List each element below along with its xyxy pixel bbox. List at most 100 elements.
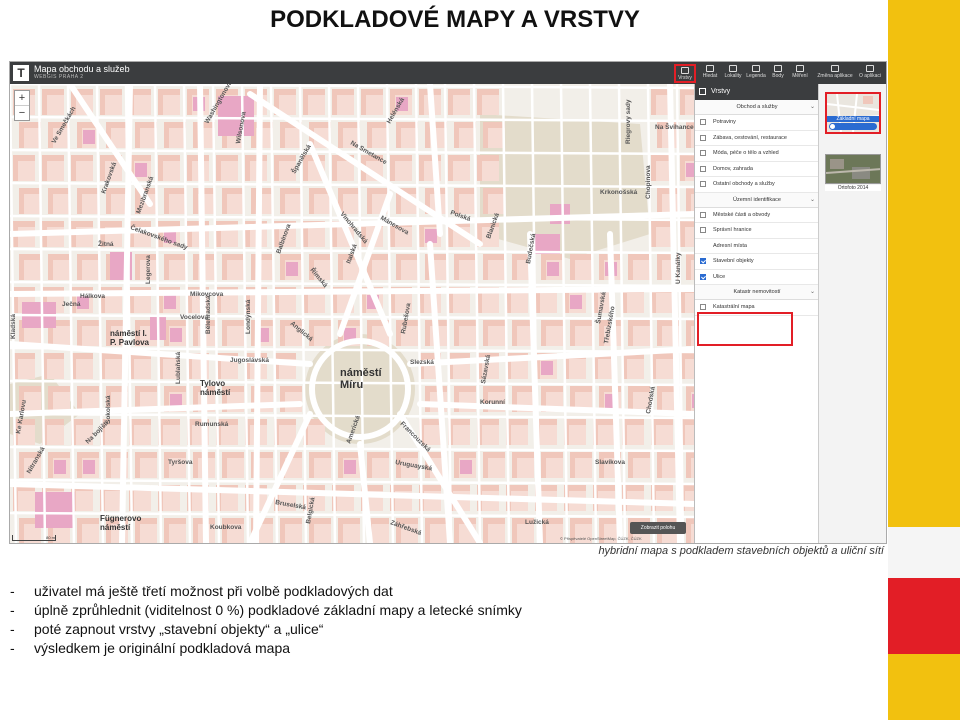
layer-checkbox[interactable]	[700, 165, 706, 172]
layer-label: Domov, zahrada	[713, 165, 753, 172]
building	[541, 254, 546, 280]
layer-item[interactable]: Adresní místa	[695, 239, 819, 254]
layer-item[interactable]: Domov, zahrada	[695, 162, 819, 177]
building	[483, 254, 488, 280]
building	[193, 452, 198, 478]
building	[367, 452, 372, 478]
toolbar-body-button[interactable]: Body	[769, 64, 787, 83]
layer-group-header[interactable]: Územní identifikace ⌄	[695, 192, 819, 208]
app-logo[interactable]: T	[13, 65, 29, 81]
building	[454, 122, 459, 148]
building-highlight	[286, 262, 298, 276]
basemap-zakladni-mapa[interactable]: Základní mapa	[825, 92, 881, 134]
building	[187, 155, 192, 181]
building	[483, 188, 488, 214]
layer-checkbox[interactable]	[700, 227, 706, 233]
building	[106, 452, 111, 478]
toolbar-změna-aplikace-button[interactable]: Změna aplikace	[816, 64, 854, 83]
street-label: Riegrovy sady	[625, 99, 632, 144]
layer-checkbox[interactable]	[700, 211, 706, 218]
building	[599, 254, 604, 280]
basemap-switcher: Základní mapa Ortofoto 2014	[818, 84, 886, 543]
basemap-ortofoto[interactable]	[825, 154, 881, 184]
layer-checkbox[interactable]	[700, 304, 706, 310]
building	[686, 320, 691, 346]
city-map[interactable]: Ve SmečkáchKrakovská MezibranskáČelakovsk…	[10, 84, 694, 543]
zoom-out-button[interactable]: −	[15, 105, 29, 120]
layer-item[interactable]: Stavební objekty	[695, 254, 819, 270]
app-topbar: T Mapa obchodu a služeb WEBGIS PRAHA 2 V…	[10, 62, 886, 84]
layer-group-header[interactable]: Katastr nemovitostí ⌄	[695, 285, 819, 300]
bullet-item: - poté zapnout vrstvy „stavební objekty“ …	[10, 621, 324, 637]
building	[686, 386, 691, 412]
info-icon	[866, 65, 874, 72]
search-icon	[706, 65, 714, 72]
building	[454, 518, 459, 543]
show-photo-button[interactable]: Zobrazit polohu	[630, 522, 686, 534]
building	[454, 254, 459, 280]
layer-label: Katastrální mapa	[713, 304, 755, 310]
building	[19, 122, 24, 148]
layer-checkbox[interactable]	[700, 119, 706, 125]
layer-item[interactable]: Potraviny	[695, 115, 819, 131]
building	[680, 89, 685, 115]
street-label: Na Švihance	[655, 122, 694, 131]
toolbar-lokality-button[interactable]: Lokality	[722, 64, 744, 83]
layer-checkbox[interactable]	[700, 273, 706, 280]
street	[253, 84, 263, 543]
building-highlight	[425, 229, 437, 243]
street-label: Sokolská	[105, 395, 112, 424]
building	[361, 89, 366, 115]
building	[100, 89, 105, 115]
layer-item[interactable]: Zábava, cestování, restaurace	[695, 131, 819, 146]
building	[280, 188, 285, 214]
building	[280, 386, 285, 412]
street-label: Tyršova	[168, 459, 193, 466]
layer-item[interactable]: Správní hranice	[695, 223, 819, 239]
building	[164, 188, 169, 214]
layer-checkbox[interactable]	[700, 134, 706, 141]
decor-white-band	[888, 527, 960, 578]
building-highlight	[541, 361, 553, 375]
street-label: Krkonošská	[600, 189, 638, 196]
building	[158, 89, 163, 115]
zoom-in-button[interactable]: +	[15, 91, 29, 105]
building	[686, 188, 691, 214]
building-highlight	[164, 295, 176, 309]
building-highlight	[218, 96, 254, 136]
basemap-label: Ortofoto 2014	[825, 185, 881, 191]
layer-item[interactable]: Městské části a obvody	[695, 208, 819, 223]
building	[77, 518, 82, 543]
layer-highlight-box	[697, 312, 793, 346]
building	[193, 518, 198, 543]
layer-label: Móda, péče o tělo a vzhled	[713, 150, 779, 156]
building	[657, 386, 662, 412]
toolbar-hledat-button[interactable]: Hledat	[700, 64, 720, 83]
toolbar-vrstvy-button[interactable]: Vrstvy	[674, 64, 696, 83]
layer-group-label: Územní identifikace	[733, 196, 781, 203]
street-label: U Kanálky	[675, 252, 682, 284]
building	[367, 122, 372, 148]
toolbar-legenda-button[interactable]: Legenda	[745, 64, 767, 83]
toolbar-měření-button[interactable]: Měření	[788, 64, 812, 83]
layer-checkbox[interactable]	[700, 258, 706, 264]
building-highlight	[135, 163, 147, 177]
building	[19, 254, 24, 280]
building	[309, 452, 314, 478]
basemap-opacity-toggle[interactable]	[829, 123, 877, 130]
layer-group-header[interactable]: Obchod a služby ⌄	[695, 100, 819, 115]
layer-checkbox[interactable]	[700, 150, 706, 156]
building	[13, 155, 18, 181]
legend-icon	[752, 65, 760, 72]
layer-item[interactable]: Ostatní obchody a služby	[695, 177, 819, 193]
toolbar-o-aplikaci-button[interactable]: O aplikaci	[857, 64, 883, 83]
layers-icon	[699, 88, 706, 95]
layer-item[interactable]: Móda, péče o tělo a vzhled	[695, 146, 819, 162]
building	[187, 89, 192, 115]
building	[193, 320, 198, 346]
layer-checkbox[interactable]	[700, 181, 706, 187]
building	[425, 320, 430, 346]
bullet-item: - úplně zprůhlednit (viditelnost 0 %) pod…	[10, 602, 522, 618]
building	[512, 452, 517, 478]
layer-item[interactable]: Ulice	[695, 270, 819, 285]
